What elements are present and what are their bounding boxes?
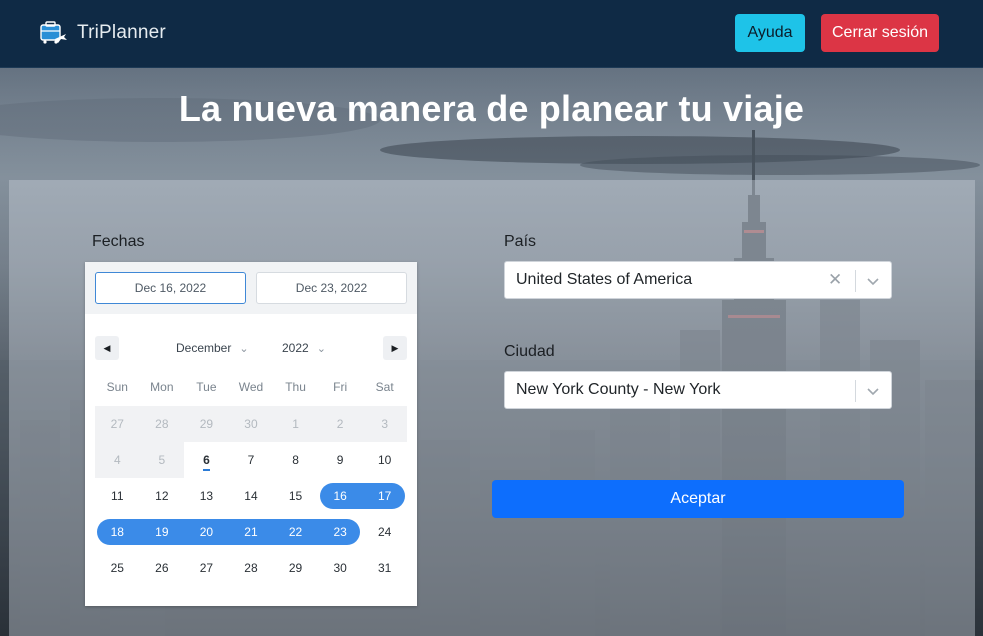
weekday-label: Sun (106, 380, 128, 394)
calendar-day: 2 (317, 406, 363, 442)
month-value: December (176, 341, 232, 355)
calendar-day: 27 (95, 406, 140, 442)
caret-right-icon: ▶ (391, 343, 399, 353)
brand[interactable]: TriPlanner (38, 17, 166, 49)
city-select[interactable]: New York County - New York (504, 371, 892, 409)
start-date-input[interactable]: Dec 16, 2022 (95, 272, 246, 304)
clear-icon[interactable]: ✕ (828, 262, 842, 298)
weekday-label: Sat (375, 380, 394, 394)
prev-month-button[interactable]: ◀ (95, 336, 119, 360)
accept-button[interactable]: Aceptar (492, 480, 904, 518)
city-label: Ciudad (504, 343, 555, 360)
year-value: 2022 (282, 341, 309, 355)
calendar-day[interactable]: 17 (362, 478, 407, 514)
weekday-label: Mon (150, 380, 174, 394)
suitcase-plane-icon (38, 18, 68, 48)
calendar-day[interactable]: 29 (273, 550, 318, 586)
calendar-day: 30 (228, 406, 274, 442)
logout-button[interactable]: Cerrar sesión (821, 14, 939, 52)
brand-name: TriPlanner (77, 22, 166, 43)
calendar-day[interactable]: 7 (229, 442, 274, 478)
city-value: New York County - New York (516, 381, 721, 398)
weekday-header: Sun Mon Tue Wed Thu Fri Sat (95, 380, 407, 400)
date-range-picker: Dec 16, 2022 Dec 23, 2022 ◀ December ⌄ 20… (85, 262, 417, 606)
dates-label: Fechas (92, 233, 145, 250)
calendar-grid: 27 28 29 30 1 2 3 4 5 6 7 8 9 10 11 12 13 14 15 16 17 18 19 20 2… (95, 406, 407, 586)
calendar-day[interactable]: 11 (95, 478, 140, 514)
calendar-day[interactable]: 22 (273, 514, 318, 550)
calendar-day[interactable]: 9 (318, 442, 363, 478)
select-separator (855, 380, 856, 402)
year-select[interactable]: 2022 ⌄ (282, 338, 326, 358)
calendar-day[interactable]: 19 (140, 514, 185, 550)
chevron-down-icon[interactable] (863, 381, 883, 401)
calendar-day: 5 (139, 442, 185, 478)
calendar-day[interactable]: 13 (184, 478, 229, 514)
next-month-button[interactable]: ▶ (383, 336, 407, 360)
calendar-day[interactable]: 20 (184, 514, 229, 550)
end-date-input[interactable]: Dec 23, 2022 (256, 272, 407, 304)
month-select[interactable]: December ⌄ (176, 338, 249, 358)
country-value: United States of America (516, 271, 693, 288)
weekday-label: Thu (285, 380, 306, 394)
calendar-day[interactable]: 21 (229, 514, 274, 550)
chevron-down-icon: ⌄ (316, 343, 326, 355)
calendar-day[interactable]: 26 (140, 550, 185, 586)
calendar-day: 4 (95, 442, 140, 478)
weekday-label: Wed (238, 380, 264, 394)
calendar-day[interactable]: 27 (184, 550, 229, 586)
calendar-day[interactable]: 12 (140, 478, 185, 514)
calendar-day[interactable]: 30 (318, 550, 363, 586)
calendar-day[interactable]: 31 (362, 550, 407, 586)
weekday-label: Tue (196, 380, 217, 394)
calendar-day[interactable]: 14 (229, 478, 274, 514)
calendar-day[interactable]: 18 (95, 514, 140, 550)
country-label: País (504, 233, 537, 250)
calendar-day[interactable]: 8 (273, 442, 318, 478)
date-inputs: Dec 16, 2022 Dec 23, 2022 (85, 262, 417, 314)
calendar-day[interactable]: 10 (362, 442, 407, 478)
calendar-day[interactable]: 23 (318, 514, 363, 550)
calendar-day[interactable]: 16 (318, 478, 363, 514)
calendar-day[interactable]: 28 (229, 550, 274, 586)
country-select[interactable]: United States of America ✕ (504, 261, 892, 299)
page-title: La nueva manera de planear tu viaje (178, 88, 805, 129)
calendar-day: 28 (139, 406, 185, 442)
caret-left-icon: ◀ (103, 343, 111, 353)
select-separator (855, 270, 856, 292)
help-button[interactable]: Ayuda (735, 14, 805, 52)
calendar-day: 1 (273, 406, 318, 442)
chevron-down-icon: ⌄ (239, 343, 249, 355)
calendar-day[interactable]: 25 (95, 550, 140, 586)
weekday-label: Fri (333, 380, 348, 394)
calendar-day[interactable]: 6 (184, 442, 229, 478)
calendar-day: 29 (184, 406, 229, 442)
top-navbar: TriPlanner Ayuda Cerrar sesión (0, 0, 983, 68)
calendar-day: 3 (362, 406, 407, 442)
chevron-down-icon[interactable] (863, 271, 883, 291)
calendar-day[interactable]: 15 (273, 478, 318, 514)
calendar-day[interactable]: 24 (362, 514, 407, 550)
